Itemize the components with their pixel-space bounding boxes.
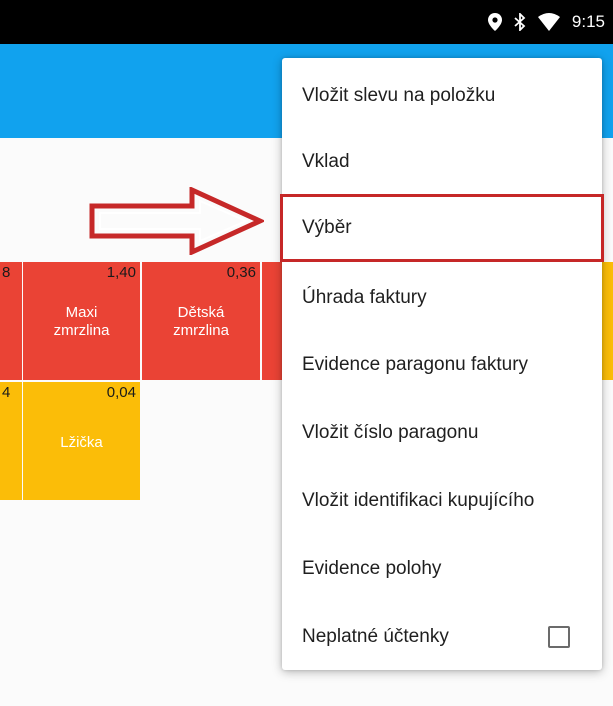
menu-item-label: Neplatné účtenky bbox=[302, 626, 449, 647]
app-screen: 9:15 8 1,40 Maxi zmrzlina 0,36 Dětská zmrz… bbox=[0, 0, 613, 706]
product-name: Dětská zmrzlina bbox=[173, 304, 229, 339]
product-name: Maxi zmrzlina bbox=[53, 304, 110, 339]
menu-item-neplatne-uctenky[interactable]: Neplatné účtenky bbox=[282, 603, 602, 671]
location-icon bbox=[487, 13, 502, 31]
product-tile-detska-zmrzlina[interactable]: 0,36 Dětská zmrzlina bbox=[142, 262, 260, 380]
menu-item-label: Vložit slevu na položku bbox=[302, 85, 496, 106]
product-name: Lžička bbox=[60, 434, 103, 451]
menu-item-evidence-paragonu-faktury[interactable]: Evidence paragonu faktury bbox=[282, 331, 602, 399]
wifi-icon bbox=[537, 13, 560, 31]
product-tile-maxi-zmrzlina[interactable]: 1,40 Maxi zmrzlina bbox=[23, 262, 140, 380]
menu-item-uhrada-faktury[interactable]: Úhrada faktury bbox=[282, 264, 602, 332]
product-price: 0,36 bbox=[226, 264, 256, 281]
bluetooth-icon bbox=[514, 13, 526, 31]
menu-item-label: Vložit identifikaci kupujícího bbox=[302, 490, 535, 511]
menu-item-label: Výběr bbox=[302, 217, 352, 238]
menu-item-label: Vklad bbox=[302, 151, 350, 172]
product-price: 0,04 bbox=[106, 384, 136, 401]
menu-item-vklad[interactable]: Vklad bbox=[282, 128, 602, 196]
menu-item-label: Evidence paragonu faktury bbox=[302, 354, 529, 375]
product-tile[interactable] bbox=[262, 262, 282, 380]
clock: 9:15 bbox=[571, 12, 605, 31]
product-price: 1,40 bbox=[106, 264, 136, 281]
product-price: 8 bbox=[2, 264, 11, 281]
menu-item-vyber[interactable]: Výběr bbox=[280, 194, 604, 262]
product-tile[interactable]: 8 bbox=[0, 262, 22, 380]
menu-item-vlozit-identifikaci-kupujiciho[interactable]: Vložit identifikaci kupujícího bbox=[282, 467, 602, 535]
product-tile-lzicka[interactable]: 0,04 Lžička bbox=[23, 382, 140, 500]
menu-item-vlozit-slevu[interactable]: Vložit slevu na položku bbox=[282, 62, 602, 130]
menu-item-label: Vložit číslo paragonu bbox=[302, 422, 479, 443]
overflow-menu: Vložit slevu na položku Vklad Výběr Úhra… bbox=[280, 58, 604, 671]
status-bar: 9:15 bbox=[0, 0, 613, 44]
menu-item-vlozit-cislo-paragonu[interactable]: Vložit číslo paragonu bbox=[282, 399, 602, 467]
neplatne-uctenky-checkbox[interactable] bbox=[548, 626, 570, 648]
arrow-annotation bbox=[88, 186, 267, 260]
status-icons: 9:15 bbox=[487, 8, 605, 36]
menu-item-label: Evidence polohy bbox=[302, 558, 442, 579]
menu-item-evidence-polohy[interactable]: Evidence polohy bbox=[282, 535, 602, 603]
product-tile[interactable] bbox=[602, 262, 613, 380]
menu-item-label: Úhrada faktury bbox=[302, 287, 427, 308]
product-tile[interactable]: 4 bbox=[0, 382, 22, 500]
product-price: 4 bbox=[2, 384, 11, 401]
